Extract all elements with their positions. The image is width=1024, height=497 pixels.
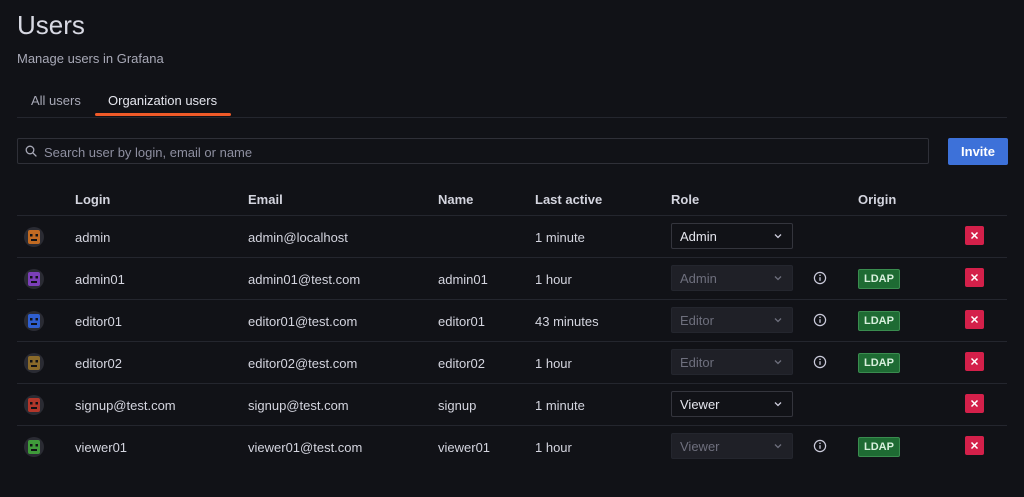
login-cell: signup@test.com xyxy=(75,398,176,413)
delete-user-button[interactable] xyxy=(965,394,984,413)
chevron-down-icon xyxy=(774,234,782,239)
chevron-down-icon xyxy=(774,402,782,407)
chevron-down-icon xyxy=(774,318,782,323)
page-title: Users xyxy=(17,10,85,40)
info-circle-icon[interactable] xyxy=(813,439,827,453)
chevron-down-icon xyxy=(774,276,782,281)
login-cell: editor02 xyxy=(75,356,122,371)
email-cell: editor02@test.com xyxy=(248,356,358,371)
login-cell: editor01 xyxy=(75,314,122,329)
tab-all-users[interactable]: All users xyxy=(31,93,81,108)
role-select: Editor xyxy=(671,349,793,375)
column-header-origin: Origin xyxy=(858,192,897,207)
name-cell: admin01 xyxy=(438,272,488,287)
search-box xyxy=(17,138,929,165)
delete-user-button[interactable] xyxy=(965,268,984,287)
table-row: admin01 admin01@test.com admin01 1 hour Admi… xyxy=(17,257,1007,300)
last-active-cell: 1 minute xyxy=(535,398,585,413)
page-subtitle: Manage users in Grafana xyxy=(17,51,164,66)
origin-badge: LDAP xyxy=(858,269,900,289)
info-circle-icon[interactable] xyxy=(813,355,827,369)
last-active-cell: 1 hour xyxy=(535,356,572,371)
email-cell: admin01@test.com xyxy=(248,272,361,287)
name-cell: editor01 xyxy=(438,314,485,329)
role-value: Viewer xyxy=(680,439,720,454)
name-cell: viewer01 xyxy=(438,440,491,455)
column-header-role: Role xyxy=(671,192,700,207)
role-select: Admin xyxy=(671,265,793,291)
avatar xyxy=(24,227,44,247)
name-cell: signup xyxy=(438,398,477,413)
name-cell: editor02 xyxy=(438,356,485,371)
last-active-cell: 1 minute xyxy=(535,230,585,245)
avatar xyxy=(24,437,44,457)
role-value: Admin xyxy=(680,271,717,286)
table-row: signup@test.com signup@test.com signup 1 mi… xyxy=(17,383,1007,426)
close-icon xyxy=(970,399,979,408)
delete-user-button[interactable] xyxy=(965,226,984,245)
last-active-cell: 1 hour xyxy=(535,440,572,455)
email-cell: admin@localhost xyxy=(248,230,348,245)
table-row: editor01 editor01@test.com editor01 43 minu… xyxy=(17,299,1007,342)
delete-user-button[interactable] xyxy=(965,352,984,371)
role-select: Editor xyxy=(671,307,793,333)
close-icon xyxy=(970,231,979,240)
avatar xyxy=(24,269,44,289)
avatar xyxy=(24,311,44,331)
close-icon xyxy=(970,357,979,366)
column-header-last-active: Last active xyxy=(535,192,603,207)
table-row: editor02 editor02@test.com editor02 1 hour E… xyxy=(17,341,1007,384)
login-cell: admin01 xyxy=(75,272,125,287)
role-value: Editor xyxy=(680,355,714,370)
close-icon xyxy=(970,273,979,282)
login-cell: viewer01 xyxy=(75,440,128,455)
origin-badge: LDAP xyxy=(858,353,900,373)
search-icon xyxy=(25,145,37,157)
origin-badge: LDAP xyxy=(858,437,900,457)
login-cell: admin xyxy=(75,230,111,245)
origin-badge: LDAP xyxy=(858,311,900,331)
last-active-cell: 43 minutes xyxy=(535,314,599,329)
email-cell: editor01@test.com xyxy=(248,314,358,329)
tab-bar: All users Organization users xyxy=(17,86,1007,118)
avatar xyxy=(24,395,44,415)
search-input[interactable] xyxy=(42,139,926,165)
role-select[interactable]: Admin xyxy=(671,223,793,249)
column-header-login: Login xyxy=(75,192,111,207)
info-circle-icon[interactable] xyxy=(813,313,827,327)
role-select[interactable]: Viewer xyxy=(671,391,793,417)
info-circle-icon[interactable] xyxy=(813,271,827,285)
table-row: admin admin@localhost 1 minute Admin xyxy=(17,215,1007,258)
delete-user-button[interactable] xyxy=(965,436,984,455)
column-header-email: Email xyxy=(248,192,283,207)
close-icon xyxy=(970,315,979,324)
active-tab-indicator xyxy=(95,113,231,116)
email-cell: signup@test.com xyxy=(248,398,349,413)
role-value: Viewer xyxy=(680,397,720,412)
tab-organization-users[interactable]: Organization users xyxy=(108,93,217,108)
email-cell: viewer01@test.com xyxy=(248,440,363,455)
close-icon xyxy=(970,441,979,450)
chevron-down-icon xyxy=(774,444,782,449)
column-header-name: Name xyxy=(438,192,474,207)
role-value: Admin xyxy=(680,229,717,244)
invite-button[interactable]: Invite xyxy=(948,138,1008,165)
avatar xyxy=(24,353,44,373)
chevron-down-icon xyxy=(774,360,782,365)
role-value: Editor xyxy=(680,313,714,328)
delete-user-button[interactable] xyxy=(965,310,984,329)
last-active-cell: 1 hour xyxy=(535,272,572,287)
table-row: viewer01 viewer01@test.com viewer01 1 hour V… xyxy=(17,425,1007,468)
role-select: Viewer xyxy=(671,433,793,459)
